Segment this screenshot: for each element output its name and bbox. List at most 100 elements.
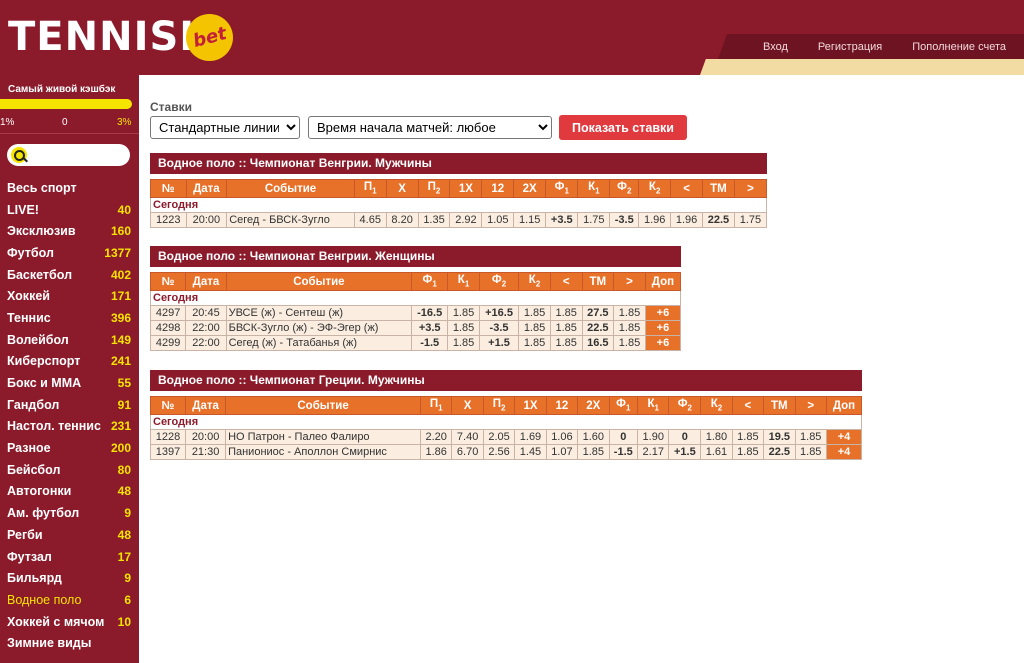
league-title[interactable]: Водное поло :: Чемпионат Греции. Мужчины (150, 370, 862, 391)
league-title[interactable]: Водное поло :: Чемпионат Венгрии. Мужчин… (150, 153, 767, 174)
date-group-row: Сегодня (150, 197, 767, 213)
sidebar-item-sport[interactable]: Баскетбол 402 (0, 264, 139, 286)
odds-cell[interactable]: 2.92 (449, 212, 483, 228)
column-header: № (149, 272, 187, 291)
sport-name: Футзал (7, 549, 52, 564)
odds-cell[interactable]: 1.85 (549, 305, 583, 321)
search-input[interactable] (31, 147, 130, 165)
sidebar-item-sport[interactable]: Бокс и ММА 55 (0, 372, 139, 394)
sidebar-item-sport[interactable]: LIVE! 40 (0, 199, 139, 221)
event-name[interactable]: Сегед (ж) - Татабанья (ж) (225, 335, 413, 351)
odds-cell[interactable]: 1.85 (794, 429, 827, 445)
login-link[interactable]: Вход (763, 41, 788, 53)
odds-cell[interactable]: 4.65 (353, 212, 387, 228)
sidebar-item-sport[interactable]: Ам. футбол 9 (0, 502, 139, 524)
odds-cell[interactable]: 1.90 (637, 429, 670, 445)
odds-cell[interactable]: 1.45 (514, 444, 547, 460)
odds-cell[interactable]: 1.85 (731, 444, 765, 460)
sidebar-item-sport[interactable]: Футзал 17 (0, 546, 139, 568)
sport-count: 402 (110, 267, 131, 282)
league-title[interactable]: Водное поло :: Чемпионат Венгрии. Женщин… (150, 246, 681, 267)
odds-cell[interactable]: 1.85 (613, 320, 646, 336)
odds-cell[interactable]: 1.75 (733, 212, 768, 228)
event-name[interactable]: Сегед - БВСК-Зугло (226, 212, 355, 228)
odds-cell[interactable]: 1.80 (700, 429, 733, 445)
odds-cell[interactable]: 1.85 (731, 429, 765, 445)
odds-cell[interactable]: 1.15 (513, 212, 547, 228)
sidebar-item-sport[interactable]: Теннис 396 (0, 307, 139, 329)
sidebar-item-sport[interactable]: Разное 200 (0, 437, 139, 459)
sidebar-item-sport[interactable]: Футбол 1377 (0, 242, 139, 264)
column-header: X (385, 179, 419, 198)
sidebar-item-sport[interactable]: Волейбол 149 (0, 329, 139, 351)
odds-cell[interactable]: 1.85 (447, 320, 480, 336)
odds-cell[interactable]: 1.96 (670, 212, 703, 228)
event-name[interactable]: НО Патрон - Палео Фалиро (225, 429, 421, 445)
odds-cell[interactable]: 1.60 (577, 429, 610, 445)
odds-cell[interactable]: 1.06 (545, 429, 579, 445)
odds-cell[interactable]: 1.85 (613, 335, 646, 351)
sidebar-item-sport[interactable]: Водное поло 6 (0, 589, 139, 611)
odds-cell[interactable]: 1.85 (447, 305, 480, 321)
odds-cell[interactable]: 1.86 (419, 444, 453, 460)
column-header: Ф1 (608, 396, 639, 415)
odds-cell[interactable]: 1.75 (577, 212, 611, 228)
sport-name: LIVE! (7, 202, 39, 217)
odds-cell[interactable]: 7.40 (451, 429, 484, 445)
odds-cell[interactable]: 1.85 (518, 305, 551, 321)
odds-cell[interactable]: 2.17 (637, 444, 670, 460)
event-name[interactable]: БВСК-Зугло (ж) - ЭФ-Эгер (ж) (225, 320, 413, 336)
register-link[interactable]: Регистрация (818, 41, 882, 53)
odds-cell[interactable]: 1.07 (545, 444, 579, 460)
more-bets-cell[interactable]: +4 (825, 444, 863, 460)
odds-cell[interactable]: 1.85 (613, 305, 646, 321)
odds-cell[interactable]: 1.69 (514, 429, 547, 445)
odds-cell[interactable]: 1.85 (518, 320, 551, 336)
more-bets-cell[interactable]: +6 (644, 320, 682, 336)
sport-name: Бейсбол (7, 462, 61, 477)
sidebar-item-sport[interactable]: Бейсбол 80 (0, 459, 139, 481)
odds-cell[interactable]: 2.56 (482, 444, 516, 460)
odds-cell[interactable]: 2.20 (419, 429, 453, 445)
more-bets-cell[interactable]: +6 (644, 335, 682, 351)
odds-cell[interactable]: 1.85 (549, 335, 583, 351)
sidebar-item-sport[interactable]: Бильярд 9 (0, 567, 139, 589)
search-icon[interactable] (11, 147, 27, 163)
logo-text[interactable]: TENNISI (8, 14, 195, 60)
sidebar-item-sport[interactable]: Эксклюзив 160 (0, 220, 139, 242)
event-name[interactable]: Паниониос - Аполлон Смирнис (225, 444, 421, 460)
odds-cell[interactable]: 1.85 (518, 335, 551, 351)
sidebar-item-sport[interactable]: Регби 48 (0, 524, 139, 546)
more-bets-cell[interactable]: +4 (825, 429, 863, 445)
event-time: 20:00 (185, 212, 228, 228)
odds-cell[interactable]: 1.85 (549, 320, 583, 336)
cashback-progress-bar (0, 99, 132, 109)
cashback-title[interactable]: Самый живой кэшбэк (8, 84, 115, 95)
sidebar-item-sport[interactable]: Хоккей с мячом 10 (0, 611, 139, 633)
show-bets-button[interactable]: Показать ставки (559, 115, 687, 140)
odds-cell[interactable]: 1.85 (577, 444, 610, 460)
odds-cell[interactable]: 1.96 (638, 212, 672, 228)
odds-cell[interactable]: 6.70 (451, 444, 484, 460)
sidebar-item-sport[interactable]: Зимние виды (0, 632, 139, 654)
deposit-link[interactable]: Пополнение счета (912, 41, 1006, 53)
sidebar-item-sport[interactable]: Киберспорт 241 (0, 351, 139, 373)
column-header: Дата (185, 179, 228, 198)
bet-badge[interactable]: bet (186, 14, 233, 61)
event-name[interactable]: УВСЕ (ж) - Сентеш (ж) (225, 305, 413, 321)
sidebar-item-sport[interactable]: Хоккей 171 (0, 285, 139, 307)
odds-cell[interactable]: 1.85 (794, 444, 827, 460)
odds-cell[interactable]: 1.61 (700, 444, 733, 460)
odds-cell[interactable]: 2.05 (482, 429, 516, 445)
more-bets-cell[interactable]: +6 (644, 305, 682, 321)
sidebar-item-sport[interactable]: Настол. теннис 231 (0, 416, 139, 438)
lines-select[interactable]: Стандартные линии (150, 116, 300, 139)
odds-cell[interactable]: 1.05 (481, 212, 515, 228)
sidebar-item-sport[interactable]: Автогонки 48 (0, 481, 139, 503)
odds-cell[interactable]: 1.35 (417, 212, 451, 228)
time-select[interactable]: Время начала матчей: любое (308, 116, 552, 139)
odds-cell[interactable]: 1.85 (447, 335, 480, 351)
odds-cell[interactable]: 8.20 (385, 212, 419, 228)
sidebar-item-sport[interactable]: Гандбол 91 (0, 394, 139, 416)
sidebar-item-sport[interactable]: Весь спорт (0, 177, 139, 199)
